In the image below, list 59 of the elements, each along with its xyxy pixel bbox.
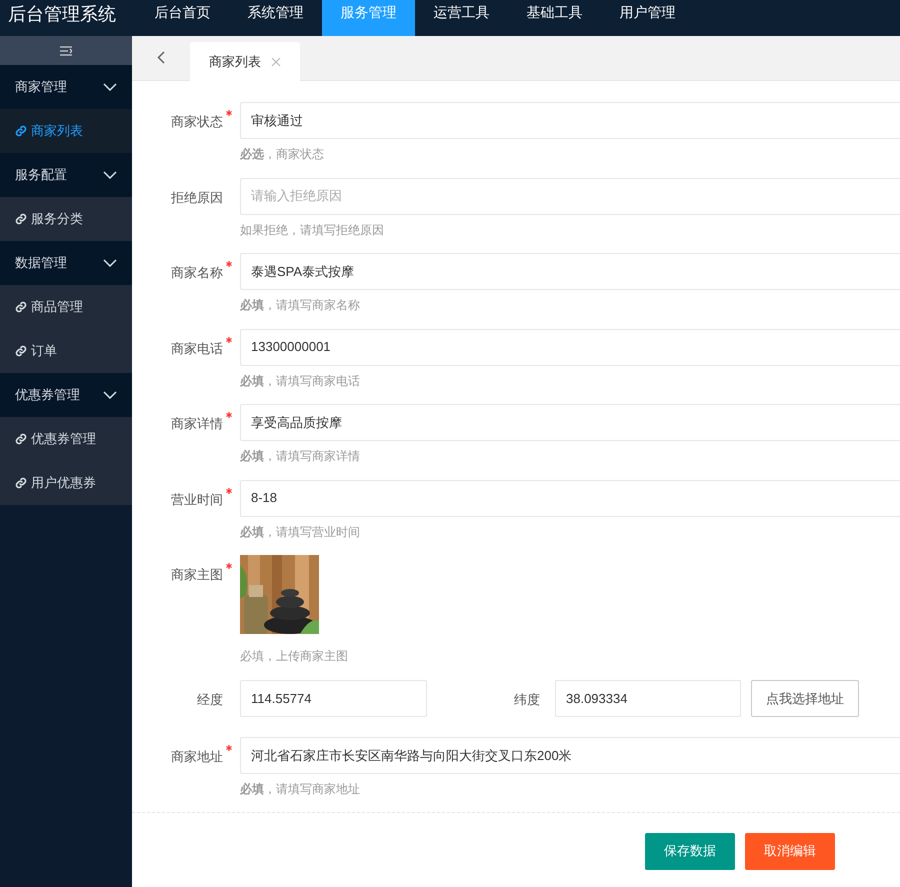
field-label: 拒绝原因 bbox=[171, 188, 223, 206]
collapse-button[interactable] bbox=[0, 36, 132, 65]
field-hint: 必选，商家状态 bbox=[240, 146, 325, 163]
chevron-icon bbox=[103, 83, 117, 91]
link-icon bbox=[15, 125, 27, 137]
chevron-icon bbox=[103, 259, 117, 267]
field-hint: 必填，请填写商家地址 bbox=[240, 781, 361, 798]
field-label: 商家名称 bbox=[171, 264, 223, 282]
field-hint: 必填，请填写商家详情 bbox=[240, 448, 361, 465]
menu-item[interactable]: 商品管理 bbox=[0, 285, 132, 329]
link-icon bbox=[15, 477, 27, 489]
nav-tab[interactable]: 系统管理 bbox=[229, 0, 322, 36]
save-button[interactable]: 保存数据 bbox=[645, 832, 735, 870]
menu-item[interactable]: 订单 bbox=[0, 329, 132, 373]
input-field[interactable]: 享受高品质按摩 bbox=[240, 404, 900, 441]
nav-tab[interactable]: 后台首页 bbox=[136, 0, 229, 36]
field-label: 商家电话 bbox=[171, 340, 223, 358]
field-label: 商家主图 bbox=[171, 566, 223, 584]
field-hint: 必填，请填写营业时间 bbox=[240, 524, 361, 540]
input-field[interactable]: 38.093334 bbox=[555, 680, 741, 717]
input-field[interactable]: 8-18 bbox=[240, 480, 900, 516]
menu-item[interactable]: 优惠券管理 bbox=[0, 417, 132, 461]
page-tab[interactable]: 商家列表 bbox=[190, 42, 300, 81]
link-icon bbox=[15, 345, 27, 357]
close-icon[interactable] bbox=[271, 56, 281, 66]
app-title: 后台管理系统 bbox=[7, 3, 117, 26]
link-icon bbox=[15, 213, 27, 225]
field-hint: 必填，请填写商家名称 bbox=[240, 297, 361, 314]
field-label: 营业时间 bbox=[171, 490, 223, 508]
field-label: 商家状态 bbox=[171, 113, 223, 131]
field-label: 经度 bbox=[197, 691, 223, 709]
field-label: 纬度 bbox=[514, 691, 540, 709]
input-field[interactable]: 泰遇SPA泰式按摩 bbox=[240, 253, 900, 290]
nav-tab[interactable]: 用户管理 bbox=[601, 0, 694, 36]
menu-icon bbox=[60, 46, 72, 56]
menu-item[interactable]: 用户优惠券 bbox=[0, 461, 132, 505]
nav-tab[interactable]: 基础工具 bbox=[508, 0, 601, 36]
input-field[interactable]: 河北省石家庄市长安区南华路与向阳大街交叉口东200米 bbox=[240, 737, 900, 774]
input-field[interactable]: 114.55774 bbox=[240, 680, 427, 717]
input-field[interactable]: 13300000001 bbox=[240, 328, 900, 366]
menu-item[interactable]: 服务分类 bbox=[0, 197, 132, 241]
menu-group[interactable]: 商家管理 bbox=[0, 65, 132, 109]
field-label: 商家地址 bbox=[171, 748, 223, 766]
link-icon bbox=[15, 433, 27, 445]
input-field[interactable]: 审核通过 bbox=[240, 102, 900, 139]
menu-group[interactable]: 数据管理 bbox=[0, 241, 132, 285]
field-hint: 必填，请填写商家电话 bbox=[240, 372, 361, 390]
menu-group[interactable]: 服务配置 bbox=[0, 153, 132, 197]
chevron-left-icon bbox=[157, 51, 165, 64]
field-hint: 如果拒绝，请填写拒绝原因 bbox=[240, 222, 385, 238]
chevron-icon bbox=[103, 391, 117, 399]
link-icon bbox=[15, 301, 27, 313]
select-address-button[interactable]: 点我选择地址 bbox=[751, 680, 859, 717]
chevron-icon bbox=[103, 171, 117, 179]
nav-tab[interactable]: 运营工具 bbox=[415, 0, 508, 36]
menu-item[interactable]: 商家列表 bbox=[0, 109, 132, 153]
field-hint: 必填，上传商家主图 bbox=[240, 648, 348, 665]
field-label: 商家详情 bbox=[171, 415, 223, 433]
menu-group[interactable]: 优惠券管理 bbox=[0, 373, 132, 417]
